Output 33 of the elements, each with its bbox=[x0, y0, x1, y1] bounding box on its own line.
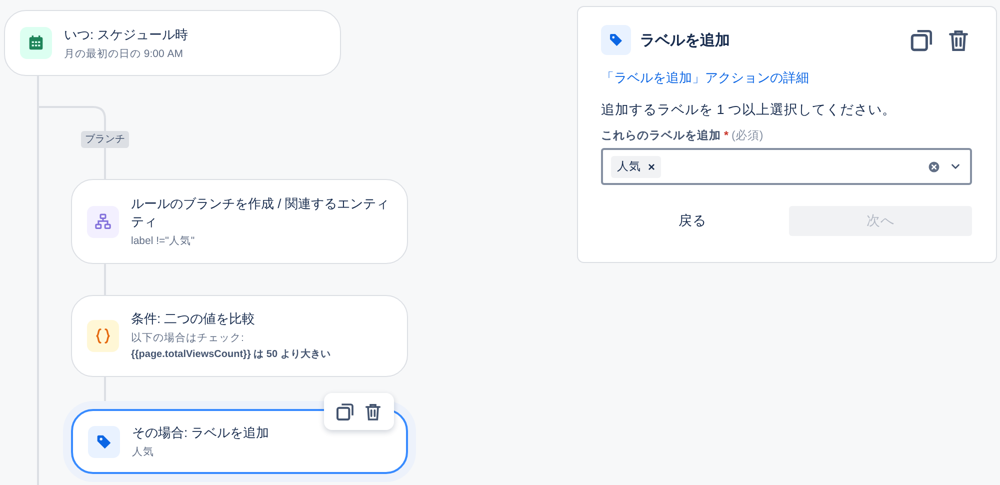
branch-tag: ブランチ bbox=[81, 131, 129, 148]
delete-button[interactable] bbox=[363, 402, 383, 422]
copy-icon bbox=[908, 28, 934, 52]
node-detail: 月の最初の日の 9:00 AM bbox=[64, 46, 184, 60]
flow-node[interactable]: いつ: スケジュール時 月の最初の日の 9:00 AM bbox=[4, 10, 341, 76]
label-select-field[interactable]: 人気 × bbox=[601, 148, 972, 185]
hierarchy-icon bbox=[93, 212, 113, 232]
node-title: ルールのブランチを作成 / 関連するエンティティ bbox=[131, 195, 390, 231]
back-button[interactable]: 戻る bbox=[601, 206, 784, 236]
remove-chip-button[interactable]: × bbox=[648, 160, 656, 174]
trash-icon bbox=[363, 402, 383, 422]
tag-icon bbox=[607, 31, 625, 49]
details-link[interactable]: 「ラベルを追加」アクションの詳細 bbox=[601, 69, 972, 87]
required-mark: * bbox=[724, 129, 728, 144]
node-detail: 以下の場合はチェック: bbox=[131, 331, 245, 345]
flow-node[interactable]: ルールのブランチを作成 / 関連するエンティティ label !="人気" bbox=[71, 179, 408, 264]
node-detail: label !="人気" bbox=[131, 234, 196, 248]
panel-title: ラベルを追加 bbox=[640, 30, 731, 50]
node-detail: 人気 bbox=[132, 445, 155, 459]
braces-icon bbox=[93, 326, 113, 346]
node-title: 条件: 二つの値を比較 bbox=[131, 310, 256, 328]
instruction-text: 追加するラベルを 1 つ以上選択してください。 bbox=[601, 101, 898, 119]
node-title: いつ: スケジュール時 bbox=[64, 26, 188, 44]
duplicate-button[interactable] bbox=[335, 402, 355, 422]
copy-icon bbox=[335, 402, 355, 422]
clear-button[interactable] bbox=[927, 160, 941, 174]
field-label: これらのラベルを追加 bbox=[601, 128, 721, 144]
node-detail: {{page.totalViewsCount}} は 50 より大きい bbox=[131, 348, 330, 362]
chip-label: 人気 bbox=[617, 160, 641, 174]
node-title: その場合: ラベルを追加 bbox=[132, 424, 270, 442]
flow-node[interactable]: 条件: 二つの値を比較 以下の場合はチェック: {{page.totalViewsCount}} は 50 より大きい bbox=[71, 295, 408, 377]
required-note: (必須) bbox=[731, 128, 764, 144]
clear-icon bbox=[927, 160, 941, 174]
